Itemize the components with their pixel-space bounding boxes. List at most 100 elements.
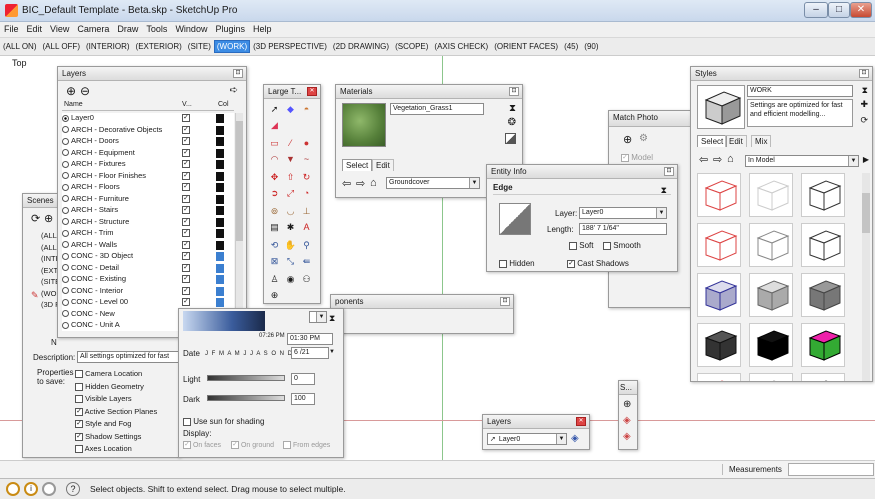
style-thumbnail[interactable] <box>697 323 741 367</box>
visibility-checkbox[interactable]: ✓ <box>182 275 190 283</box>
layer-color-swatch[interactable] <box>216 229 224 238</box>
layer-name[interactable]: ARCH - Stairs <box>71 205 118 214</box>
checkbox[interactable] <box>75 382 83 391</box>
scene-tab[interactable]: (2D DRAWING) <box>330 40 392 53</box>
checkbox[interactable] <box>75 445 83 454</box>
layer-name[interactable]: ARCH - Furniture <box>71 194 129 203</box>
layer-select[interactable]: Layer0 ▼ <box>579 207 667 219</box>
update-style-icon[interactable]: ⟳ <box>860 115 868 126</box>
active-layer-radio[interactable] <box>62 172 69 180</box>
tab-edit[interactable]: Edit <box>725 135 747 147</box>
make-component-icon[interactable]: ◆ <box>284 103 297 116</box>
property-camera[interactable]: Camera Location <box>75 368 157 381</box>
description-input[interactable]: All settings optimized for fast <box>77 351 181 363</box>
layer-row[interactable]: ARCH - Structure ✓ <box>62 217 234 229</box>
circle-icon[interactable]: ● <box>300 137 313 150</box>
active-layer-radio[interactable] <box>62 183 69 191</box>
style-thumbnail[interactable] <box>697 373 741 381</box>
soft-option[interactable]: Soft <box>569 241 593 250</box>
zoom-extents-icon[interactable]: ⤡ <box>284 255 297 268</box>
layer-row[interactable]: CONC - Existing ✓ <box>62 274 234 286</box>
settings-gear-icon[interactable]: ⚙ <box>639 133 648 144</box>
length-input[interactable]: 188' 7 1/64" <box>579 223 667 235</box>
checkbox[interactable]: ✓ <box>183 441 191 449</box>
property-hidden[interactable]: Hidden Geometry <box>75 381 157 394</box>
active-layer-radio[interactable] <box>62 160 69 168</box>
visibility-checkbox[interactable]: ✓ <box>182 263 190 272</box>
details-icon[interactable]: ⧗ <box>329 313 335 324</box>
layer-row[interactable]: ARCH - Equipment ✓ <box>62 148 234 160</box>
on-faces-option[interactable]: ✓ On faces <box>183 441 221 449</box>
scene-tab-active[interactable]: (WORK) <box>213 40 251 53</box>
active-layer-radio[interactable] <box>62 252 69 260</box>
property-layers[interactable]: Visible Layers <box>75 393 157 406</box>
polygon-icon[interactable]: ▼ <box>284 153 297 166</box>
zoom-window-icon[interactable]: ⊠ <box>268 255 281 268</box>
property-style[interactable]: ✓ Style and Fog <box>75 418 157 431</box>
style-thumbnail[interactable] <box>749 323 793 367</box>
layer-name[interactable]: ARCH - Floors <box>71 182 120 191</box>
back-icon[interactable]: ⇦ <box>342 177 351 190</box>
checkbox[interactable] <box>283 441 291 449</box>
style-thumbnail[interactable] <box>749 373 793 381</box>
layer-row[interactable]: CONC - Interior ✓ <box>62 286 234 298</box>
close-icon[interactable]: ⊡ <box>233 69 243 78</box>
layer-name[interactable]: ARCH - Trim <box>71 228 114 237</box>
scene-tab[interactable]: (3D PERSPECTIVE) <box>250 40 330 53</box>
layer-color-swatch[interactable] <box>216 263 224 273</box>
time-input[interactable]: 01:30 PM <box>287 333 333 345</box>
select-tool-icon[interactable]: ➚ <box>268 103 281 116</box>
section-plane-icon[interactable]: ⊕ <box>268 289 281 302</box>
checkbox[interactable] <box>75 395 83 404</box>
active-layer-radio[interactable] <box>62 218 69 226</box>
close-icon[interactable]: ⊡ <box>500 297 510 306</box>
layer-row[interactable]: CONC - 3D Object ✓ <box>62 251 234 263</box>
checkbox[interactable]: ✓ <box>75 420 83 429</box>
active-layer-radio[interactable] <box>62 149 69 157</box>
light-input[interactable]: 0 <box>291 373 315 385</box>
layer-name[interactable]: ARCH - Fixtures <box>71 159 126 168</box>
layer-color-swatch[interactable] <box>216 252 224 261</box>
visibility-checkbox[interactable]: ✓ <box>182 240 190 249</box>
forward-icon[interactable]: ⇨ <box>356 177 365 190</box>
style-thumbnail[interactable] <box>801 173 845 217</box>
menu-file[interactable]: File <box>0 22 23 36</box>
scene-tab[interactable]: (ALL OFF) <box>40 40 83 53</box>
hidden-option[interactable]: Hidden <box>499 259 535 268</box>
create-style-icon[interactable]: ✚ <box>860 99 868 110</box>
layer-color-swatch[interactable] <box>216 194 224 204</box>
freehand-icon[interactable]: ~ <box>300 153 313 166</box>
default-material-icon[interactable] <box>505 133 516 144</box>
col-color[interactable]: Col <box>218 101 229 108</box>
section-plane-icon[interactable]: ⊕ <box>623 399 631 410</box>
checkbox[interactable] <box>603 241 611 250</box>
visibility-checkbox[interactable]: ✓ <box>182 183 190 191</box>
close-icon[interactable]: ⊡ <box>859 69 869 78</box>
details-arrow-icon[interactable]: ▶ <box>863 155 869 164</box>
active-layer-radio[interactable] <box>62 126 69 134</box>
chevron-down-icon[interactable]: ▼ <box>316 312 326 322</box>
on-ground-option[interactable]: ✓ On ground <box>231 441 274 449</box>
checkbox[interactable] <box>183 417 191 426</box>
close-button[interactable]: ✕ <box>850 2 872 18</box>
look-around-icon[interactable]: ◉ <box>284 273 297 286</box>
tab-select[interactable]: Select <box>342 159 373 171</box>
home-icon[interactable]: ⌂ <box>727 153 734 165</box>
details-icon[interactable]: ⧗ <box>661 185 667 196</box>
active-layer-radio[interactable] <box>62 229 69 237</box>
checkbox[interactable]: ✓ <box>75 432 83 441</box>
layer-row[interactable]: ARCH - Decorative Objects ✓ <box>62 125 234 137</box>
menu-plugins[interactable]: Plugins <box>211 22 249 36</box>
walk-icon[interactable]: ⚇ <box>300 273 313 286</box>
layer-name[interactable]: CONC - Interior <box>71 286 123 295</box>
chevron-down-icon[interactable]: ▼ <box>848 156 858 166</box>
visibility-checkbox[interactable]: ✓ <box>182 125 190 134</box>
scene-tab[interactable]: (EXTERIOR) <box>133 40 185 53</box>
layer-color-swatch[interactable] <box>216 160 224 169</box>
protractor-icon[interactable]: ◡ <box>284 205 297 218</box>
style-thumbnail[interactable] <box>749 173 793 217</box>
previous-view-icon[interactable]: ⇚ <box>300 255 313 268</box>
active-layer-radio[interactable] <box>62 195 69 203</box>
dark-slider[interactable] <box>207 395 285 401</box>
scale-icon[interactable]: ⤢ <box>284 187 297 200</box>
